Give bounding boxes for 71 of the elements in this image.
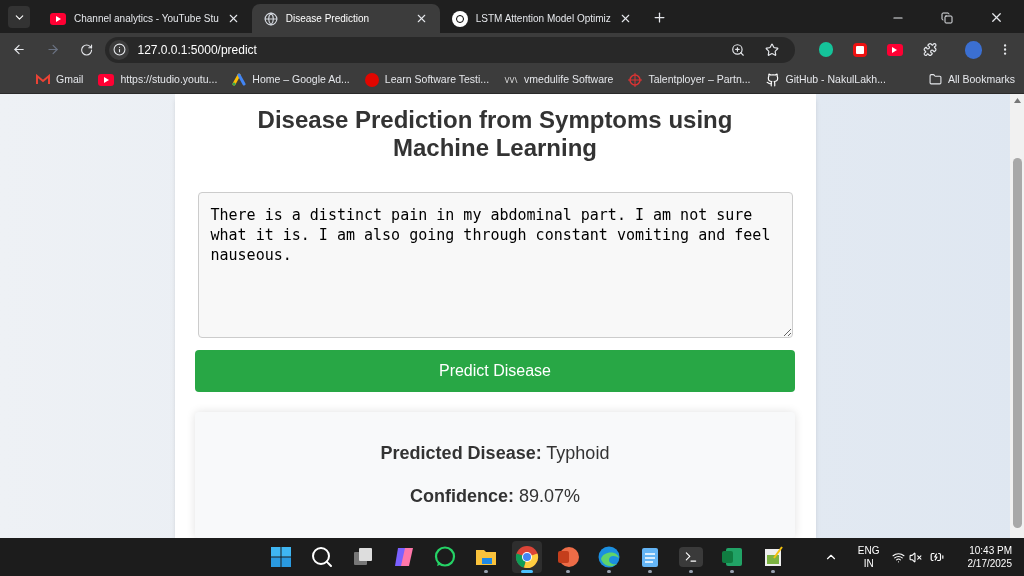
bookmark-label: Learn Software Testi... <box>384 71 490 87</box>
bookmark-link[interactable]: GitHub - NakulLakh... <box>765 71 886 88</box>
ads-icon <box>232 73 247 86</box>
tab-title: LSTM Attention Model Optimiz <box>475 12 611 26</box>
all-bookmarks-link[interactable]: All Bookmarks <box>928 71 1015 88</box>
bookmark-link[interactable]: vmedulife Software <box>504 71 614 88</box>
globe-icon <box>263 11 278 26</box>
bookmark-label: Talentployer – Partn... <box>648 71 751 87</box>
bookmark-label: https://studio.youtu... <box>120 71 218 87</box>
search-icon <box>310 545 334 569</box>
target-icon <box>628 72 643 87</box>
scroll-up-icon[interactable] <box>1013 98 1021 103</box>
folder-icon <box>928 73 942 86</box>
browser-tab[interactable]: Disease Prediction <box>251 4 440 33</box>
restore-icon[interactable] <box>941 11 953 24</box>
youtube-icon <box>50 12 66 25</box>
github-icon <box>765 72 780 87</box>
result-text: Predicted Disease: Typhoid <box>380 442 610 465</box>
tab-title: Channel analytics - YouTube Stu <box>74 12 219 26</box>
bookmark-link[interactable]: https://studio.youtu... <box>98 71 218 88</box>
clock-date[interactable]: 2/17/2025 <box>967 557 1012 570</box>
chrome-icon <box>515 545 539 569</box>
badge-icon <box>364 72 379 87</box>
result-text: Confidence: 89.07% <box>409 485 581 508</box>
youtube-icon <box>886 43 903 56</box>
extensions-icon[interactable] <box>922 42 937 57</box>
battery-icon[interactable] <box>929 550 944 564</box>
edge-icon <box>597 545 621 569</box>
url-text: 127.0.0.1:5000/predict <box>137 41 258 59</box>
terminal-icon <box>679 547 703 567</box>
windows-icon <box>269 545 293 569</box>
youtube-icon <box>98 73 115 86</box>
browser-tab[interactable]: Channel analytics - YouTube Stu <box>38 4 252 33</box>
new-tab-icon[interactable] <box>651 10 667 25</box>
language-text[interactable]: ENG <box>857 544 880 557</box>
chat-bubble-icon <box>433 545 457 569</box>
symptoms-input[interactable]: There is a distinct pain in my abdominal part. I am not sure what it is. I am also going through constant vomiting and feel nauseous. <box>197 192 793 338</box>
tab-search-button[interactable] <box>8 6 30 28</box>
region-text[interactable]: IN <box>863 557 874 570</box>
bookmark-star-icon[interactable] <box>765 42 780 57</box>
zoom-icon[interactable] <box>731 42 746 57</box>
bookmark-link[interactable]: Gmail <box>36 71 84 88</box>
clock-time[interactable]: 10:43 PM <box>969 544 1012 557</box>
wifi-icon[interactable] <box>891 550 905 564</box>
logo-icon <box>504 75 519 84</box>
browser-tab[interactable]: LSTM Attention Model Optimiz <box>439 4 644 33</box>
slides-app-icon <box>556 545 580 569</box>
all-bookmarks-label: All Bookmarks <box>947 71 1015 87</box>
logo-icon <box>451 10 468 27</box>
info-icon[interactable] <box>113 43 126 56</box>
back-icon[interactable] <box>12 42 27 57</box>
spreadsheet-app-icon <box>720 545 744 569</box>
bookmark-label: vmedulife Software <box>524 71 614 87</box>
scrollbar[interactable] <box>1010 94 1024 538</box>
bookmark-link[interactable]: Talentployer – Partn... <box>628 71 751 88</box>
close-icon[interactable] <box>989 10 1004 25</box>
muted-volume-icon[interactable] <box>908 550 922 564</box>
mail-icon <box>36 74 50 85</box>
address-bar[interactable]: 127.0.0.1:5000/predict <box>105 36 796 63</box>
bookmark-label: GitHub - NakulLakh... <box>785 71 886 87</box>
page-heading: Disease Prediction from Symptoms using Machine Learning <box>256 106 734 162</box>
bookmark-label: Gmail <box>56 71 84 87</box>
tab-title: Disease Prediction <box>285 12 371 26</box>
grammar-extension-icon[interactable] <box>819 42 834 57</box>
copilot-icon <box>392 545 416 569</box>
taskbar-app[interactable] <box>512 541 542 573</box>
bookmark-label: Home – Google Ad... <box>252 71 350 87</box>
bookmark-link[interactable]: Learn Software Testi... <box>364 71 490 88</box>
shield-extension-icon[interactable] <box>853 42 867 57</box>
bookmark-link[interactable]: Home – Google Ad... <box>232 71 350 88</box>
reload-icon[interactable] <box>80 42 94 57</box>
